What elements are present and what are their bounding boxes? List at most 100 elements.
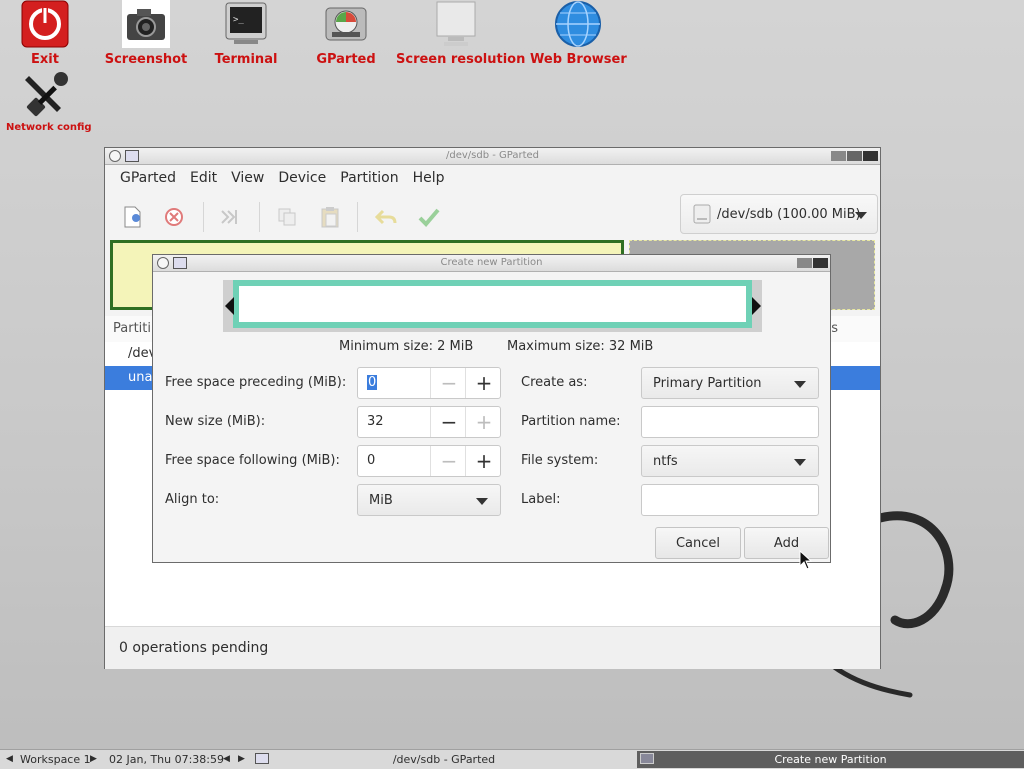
delete-icon (165, 208, 183, 226)
chevron-down-icon (794, 459, 806, 466)
close-button[interactable] (863, 151, 878, 161)
tools-icon (21, 70, 71, 118)
chevron-down-icon (855, 212, 867, 219)
mouse-cursor-icon (799, 550, 813, 570)
task-gparted[interactable]: /dev/sdb - GParted (253, 751, 635, 767)
new-size-spinbutton[interactable]: 32 − + (357, 406, 501, 438)
partition-size-bar[interactable] (233, 280, 752, 328)
create-as-combo[interactable]: Primary Partition (641, 367, 819, 399)
window-menu-icon[interactable] (157, 257, 169, 269)
desktop-icon-label: Exit (31, 52, 59, 67)
plus-icon[interactable]: + (465, 446, 502, 476)
task-gparted-label: /dev/sdb - GParted (392, 753, 496, 766)
dialog-titlebar[interactable]: Create new Partition (153, 255, 830, 272)
plus-icon[interactable]: + (465, 407, 502, 437)
paste-button[interactable] (319, 206, 341, 228)
taskbar: ◀ Workspace 1 ▶ 02 Jan, Thu 07:38:59 ◀ ▶… (0, 749, 1024, 769)
free-preceding-spinbutton[interactable]: 0 − + (357, 367, 501, 399)
toolbar: /dev/sdb (100.00 MiB) (105, 192, 880, 240)
menu-help[interactable]: Help (406, 170, 452, 186)
cancel-button[interactable]: Cancel (655, 527, 741, 559)
monitor-icon (432, 0, 480, 48)
window-menu-icon[interactable] (109, 150, 121, 162)
new-size-label: New size (MiB): (165, 414, 266, 429)
task-next-icon[interactable]: ▶ (238, 754, 245, 764)
menu-edit[interactable]: Edit (183, 170, 224, 186)
checkmark-icon (418, 208, 440, 227)
desktop-icon-screen-resolution[interactable]: Screen resolution (396, 0, 526, 67)
minus-icon[interactable]: − (430, 446, 467, 476)
free-following-spinbutton[interactable]: 0 − + (357, 445, 501, 477)
left-handle-icon[interactable] (225, 297, 234, 315)
partition-name: una (128, 370, 153, 385)
camera-icon (122, 0, 170, 48)
chevron-down-icon (476, 498, 488, 505)
partition-name-input[interactable] (641, 406, 819, 438)
new-size-value[interactable]: 32 (367, 414, 384, 429)
free-preceding-label: Free space preceding (MiB): (165, 375, 347, 390)
new-icon (124, 206, 141, 228)
maximize-button[interactable] (797, 258, 812, 268)
label-input[interactable] (641, 484, 819, 516)
min-size-label: Minimum size: 2 MiB (339, 339, 474, 354)
copy-button[interactable] (276, 206, 298, 228)
desktop-icon-label: Web Browser (530, 52, 627, 67)
create-partition-dialog[interactable]: Create new Partition Minimum size: 2 MiB… (152, 254, 831, 563)
task-create-partition-label: Create new Partition (774, 753, 887, 766)
workspace-next-icon[interactable]: ▶ (90, 754, 97, 764)
menu-device[interactable]: Device (271, 170, 333, 186)
max-size-label: Maximum size: 32 MiB (507, 339, 654, 354)
column-partition[interactable]: Partiti (113, 321, 151, 336)
minus-icon[interactable]: − (430, 407, 467, 437)
workspace-prev-icon[interactable]: ◀ (6, 754, 13, 764)
gparted-titlebar[interactable]: /dev/sdb - GParted (105, 148, 880, 165)
menu-gparted[interactable]: GParted (113, 170, 183, 186)
minimize-button[interactable] (831, 151, 846, 161)
right-handle-icon[interactable] (752, 297, 761, 315)
power-icon (21, 0, 69, 48)
apply-button[interactable] (418, 206, 440, 228)
maximize-button[interactable] (847, 151, 862, 161)
chevron-down-icon (794, 381, 806, 388)
partition-size-slider[interactable] (223, 280, 762, 332)
desktop-icon-screenshot[interactable]: Screenshot (104, 0, 188, 67)
workspace-label[interactable]: Workspace 1 (20, 753, 91, 766)
new-partition-button[interactable] (121, 206, 143, 228)
resize-move-button[interactable] (219, 206, 241, 228)
undo-icon (375, 209, 397, 225)
desktop-icon-label: Network config (6, 122, 92, 133)
menubar: GParted Edit View Device Partition Help (105, 165, 880, 191)
label-label: Label: (521, 492, 561, 507)
desktop-icon-terminal[interactable]: >_ Terminal (206, 0, 286, 67)
close-button[interactable] (813, 258, 828, 268)
statusbar: 0 operations pending (105, 626, 880, 669)
desktop-icon-label: Screenshot (104, 52, 188, 67)
delete-partition-button[interactable] (163, 206, 185, 228)
desktop-icon-exit[interactable]: Exit (12, 0, 78, 67)
menu-partition[interactable]: Partition (333, 170, 405, 186)
desktop-icon-web-browser[interactable]: Web Browser (530, 0, 627, 67)
dialog-title: Create new Partition (440, 257, 543, 268)
resize-icon (221, 210, 237, 224)
desktop-icon-network-config[interactable]: Network config (6, 70, 92, 133)
undo-button[interactable] (375, 206, 397, 228)
plus-icon[interactable]: + (465, 368, 502, 398)
align-to-combo[interactable]: MiB (357, 484, 501, 516)
free-following-label: Free space following (MiB): (165, 453, 340, 468)
gparted-title: /dev/sdb - GParted (445, 150, 540, 161)
desktop-icon-label: Screen resolution (396, 52, 526, 67)
disk-icon (693, 204, 711, 224)
file-system-combo[interactable]: ntfs (641, 445, 819, 477)
free-preceding-value[interactable]: 0 (367, 375, 378, 390)
free-following-value[interactable]: 0 (367, 453, 375, 468)
paste-icon (321, 207, 339, 228)
desktop-icon-gparted[interactable]: GParted (306, 0, 386, 67)
device-selector[interactable]: /dev/sdb (100.00 MiB) (680, 194, 878, 234)
task-prev-icon[interactable]: ◀ (223, 754, 230, 764)
menu-view[interactable]: View (224, 170, 271, 186)
minus-icon[interactable]: − (430, 368, 467, 398)
add-button[interactable]: Add (744, 527, 829, 559)
task-create-partition[interactable]: Create new Partition (637, 751, 1024, 768)
copy-icon (278, 208, 296, 226)
column-flags[interactable]: s (831, 321, 838, 336)
